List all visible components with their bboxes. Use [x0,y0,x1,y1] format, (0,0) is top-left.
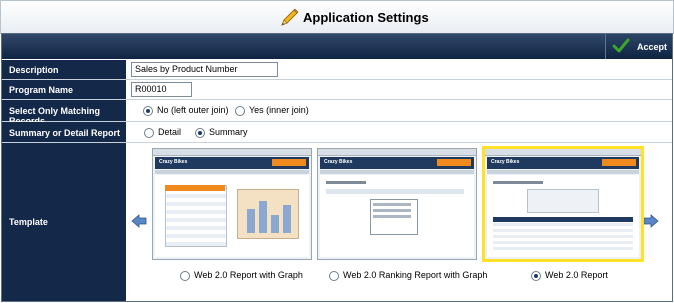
radio-dot [329,270,339,281]
template-row: Template Crazy Bikes Web 2.0 Report with… [2,143,672,301]
arrow-right-icon[interactable] [643,213,659,229]
template-label: Template [9,217,48,227]
template-thumbnail-report-with-graph[interactable]: Crazy Bikes [152,148,312,260]
radio-template-ranking-report[interactable]: Web 2.0 Ranking Report with Graph [329,270,487,281]
summary-detail-label: Summary or Detail Report [9,128,121,138]
arrow-left-icon[interactable] [131,213,147,229]
radio-dot [144,127,154,138]
radio-dot [195,127,205,138]
accept-label: Accept [637,42,668,52]
matching-records-row: Select Only Matching Records No (left ou… [2,100,672,126]
settings-panel: Accept Description Sales by Product Numb… [1,33,673,302]
toolbar: Accept [2,34,672,60]
radio-detail[interactable]: Detail [144,127,181,138]
program-name-row: Program Name R00010 [2,80,672,100]
radio-template-web-report[interactable]: Web 2.0 Report [531,270,608,281]
radio-summary[interactable]: Summary [195,127,248,138]
template-thumbnail-ranking-report[interactable]: Crazy Bikes [317,148,477,260]
radio-left-outer-join[interactable]: No (left outer join) [143,105,229,116]
radio-dot [531,270,541,281]
program-name-field[interactable]: R00010 [131,82,192,97]
radio-template-report-with-graph[interactable]: Web 2.0 Report with Graph [180,270,303,281]
radio-dot [235,105,245,116]
radio-dot [143,105,153,116]
radio-dot [180,270,190,281]
description-row: Description Sales by Product Number [2,60,672,80]
summary-detail-row: Summary or Detail Report Detail Summary [2,122,672,143]
title-bar: Application Settings [0,0,674,34]
page-title: Application Settings [303,10,429,25]
pencil-icon [281,8,299,26]
description-field[interactable]: Sales by Product Number [131,62,278,77]
program-name-label: Program Name [9,85,74,95]
accept-button[interactable]: Accept [605,34,672,59]
description-label: Description [9,65,59,75]
radio-inner-join[interactable]: Yes (inner join) [235,105,309,116]
checkmark-icon [612,38,630,53]
template-thumbnail-web-report[interactable]: Crazy Bikes [482,146,644,262]
